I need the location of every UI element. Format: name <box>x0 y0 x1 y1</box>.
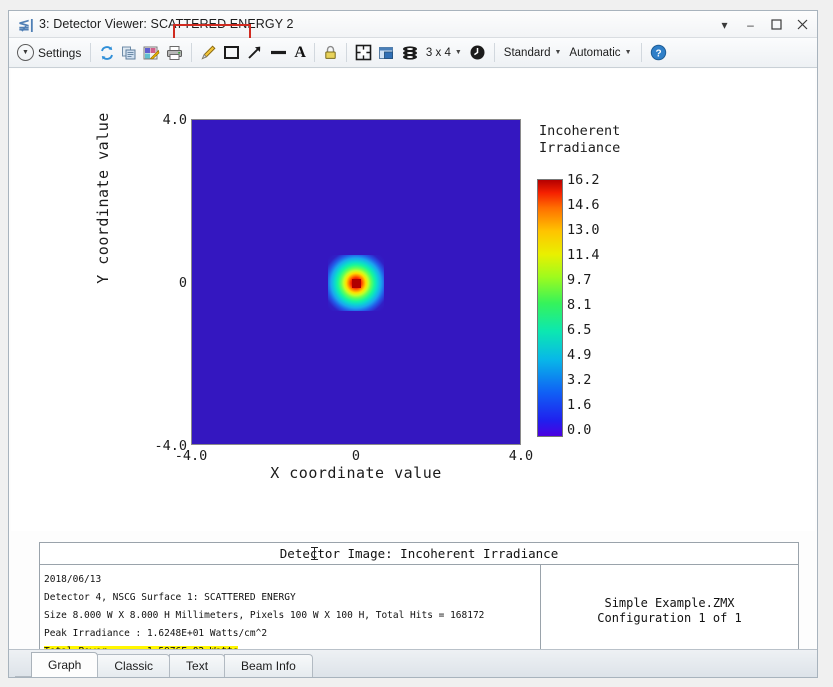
tab-leading-edge <box>15 654 31 677</box>
report-line: Detector 4, NSCG Surface 1: SCATTERED EN… <box>44 592 296 604</box>
colorbar-title-line1: Incoherent <box>539 123 620 139</box>
svg-text:?: ? <box>655 48 661 59</box>
fit-window-icon[interactable] <box>352 42 375 64</box>
window-menu-caret-icon[interactable]: ▾ <box>718 18 731 31</box>
tab-label: Text <box>186 659 208 673</box>
heatmap-plot-area[interactable] <box>191 119 521 445</box>
copy-icon[interactable] <box>118 42 140 64</box>
settings-button[interactable]: ▼ Settings <box>15 42 85 64</box>
minimize-button[interactable]: – <box>744 18 757 31</box>
colorbar-tick: 6.5 <box>567 322 591 338</box>
tab-classic[interactable]: Classic <box>97 654 170 677</box>
clock-refresh-icon[interactable] <box>466 42 489 64</box>
colorbar-gradient <box>537 179 563 437</box>
report-configuration: Configuration 1 of 1 <box>597 611 742 626</box>
style-label: Standard <box>504 47 551 59</box>
tab-label: Beam Info <box>241 659 296 673</box>
colorbar-tick: 14.6 <box>567 197 600 213</box>
toolbar-separator <box>90 43 91 62</box>
style-dropdown[interactable]: Standard ▼ <box>500 47 566 59</box>
grid-layout-dropdown[interactable]: 3 x 4 ▼ <box>422 47 466 59</box>
lock-icon[interactable] <box>320 42 341 64</box>
report-file-info: Simple Example.ZMX Configuration 1 of 1 <box>540 565 798 657</box>
viewer-toolbar: ▼ Settings <box>9 38 817 68</box>
window-titlebar[interactable]: ≨| 3: Detector Viewer: SCATTERED ENERGY … <box>9 11 817 38</box>
tab-label: Graph <box>48 658 81 672</box>
layers-icon[interactable] <box>398 42 422 64</box>
colorbar-title-line2: Irradiance <box>539 140 620 156</box>
report-line: 2018/06/13 <box>44 574 101 586</box>
colorbar-title: IncoherentIrradiance <box>539 123 620 157</box>
colorbar-tick: 16.2 <box>567 172 600 188</box>
save-icon[interactable] <box>140 42 163 64</box>
rectangle-annotation-icon[interactable] <box>220 42 243 64</box>
tab-graph[interactable]: Graph <box>31 652 98 677</box>
print-icon[interactable] <box>163 42 186 64</box>
text-annotation-icon[interactable]: A <box>291 42 309 64</box>
settings-label: Settings <box>38 46 81 60</box>
toolbar-separator <box>314 43 315 62</box>
screenshot-root: ≨| 3: Detector Viewer: SCATTERED ENERGY … <box>0 0 833 687</box>
x-tick-label-max: 4.0 <box>491 448 551 464</box>
refresh-icon[interactable] <box>96 42 118 64</box>
help-icon[interactable]: ? <box>647 42 670 64</box>
colorbar-tick: 13.0 <box>567 222 600 238</box>
tab-label: Classic <box>114 659 153 673</box>
close-button[interactable] <box>796 18 809 31</box>
colorbar-tick: 3.2 <box>567 372 591 388</box>
y-axis-title: Y coordinate value <box>94 98 112 298</box>
scale-dropdown[interactable]: Automatic ▼ <box>565 47 635 59</box>
report-file-name: Simple Example.ZMX <box>604 596 734 611</box>
toolbar-separator <box>494 43 495 62</box>
report-header: Detector Image: Incoherent Irradiance <box>40 543 798 565</box>
window-controls: ▾ – <box>718 11 809 38</box>
colorbar-tick: 9.7 <box>567 272 591 288</box>
grid-layout-label: 3 x 4 <box>426 47 451 59</box>
detector-window-icon: ≨| <box>18 16 34 32</box>
colorbar-tick: 0.0 <box>567 422 591 438</box>
report-line: Size 8.000 W X 8.000 H Millimeters, Pixe… <box>44 610 484 622</box>
view-tabs: Graph Classic Text Beam Info <box>9 649 817 677</box>
circle-chevron-down-icon: ▼ <box>17 44 34 61</box>
x-axis-title: X coordinate value <box>191 464 521 482</box>
toolbar-separator <box>346 43 347 62</box>
colorbar-tick: 4.9 <box>567 347 591 363</box>
colorbar-tick: 1.6 <box>567 397 591 413</box>
toolbar-separator <box>641 43 642 62</box>
detector-plot-canvas[interactable]: 4.0 0 -4.0 Y coordinate value -4.0 0 4.0… <box>11 69 815 531</box>
line-annotation-icon[interactable] <box>266 42 291 64</box>
window-color-icon[interactable] <box>375 42 398 64</box>
detector-report-panel[interactable]: Detector Image: Incoherent Irradiance 20… <box>39 542 799 657</box>
x-tick-label-min: -4.0 <box>161 448 221 464</box>
colorbar-tick: 11.4 <box>567 247 600 263</box>
detector-viewer-window: ≨| 3: Detector Viewer: SCATTERED ENERGY … <box>8 10 818 678</box>
pencil-annotation-icon[interactable] <box>197 42 220 64</box>
report-text-body[interactable]: 2018/06/13 Detector 4, NSCG Surface 1: S… <box>40 565 540 657</box>
tab-text[interactable]: Text <box>169 654 225 677</box>
colorbar-tick: 8.1 <box>567 297 591 313</box>
arrow-annotation-icon[interactable] <box>243 42 266 64</box>
chevron-down-icon: ▼ <box>455 49 462 56</box>
tab-beam-info[interactable]: Beam Info <box>224 654 313 677</box>
toolbar-separator <box>191 43 192 62</box>
irradiance-peak-core <box>352 279 361 288</box>
y-tick-label: 0 <box>179 275 187 291</box>
scale-label: Automatic <box>569 47 620 59</box>
x-tick-label-mid: 0 <box>326 448 386 464</box>
report-line: Peak Irradiance : 1.6248E+01 Watts/cm^2 <box>44 628 267 640</box>
y-tick-label: 4.0 <box>163 112 187 128</box>
chevron-down-icon: ▼ <box>554 49 561 56</box>
chevron-down-icon: ▼ <box>625 49 632 56</box>
window-title: 3: Detector Viewer: SCATTERED ENERGY 2 <box>39 17 294 31</box>
maximize-button[interactable] <box>770 18 783 31</box>
text-cursor-icon <box>314 547 315 560</box>
